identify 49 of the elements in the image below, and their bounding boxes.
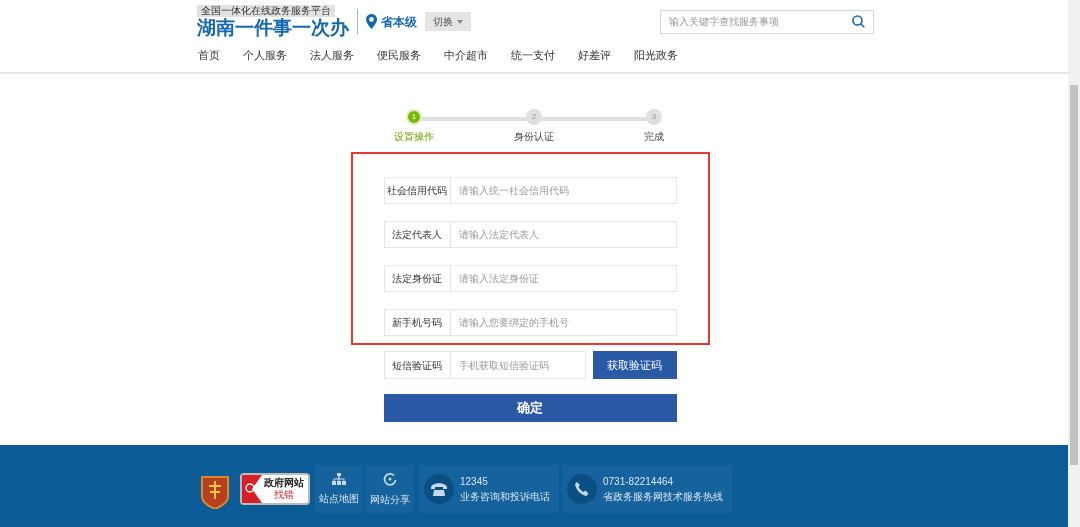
hotline-number: 0731-82214464 (603, 475, 675, 489)
step-label: 设置操作 (394, 130, 434, 144)
get-code-button[interactable]: 获取验证码 (592, 351, 677, 379)
badge-title: 政府网站 (264, 477, 304, 489)
magnifier-flag-icon (242, 475, 262, 503)
switch-dropdown[interactable]: 切换 (425, 12, 471, 31)
caret-icon (457, 19, 463, 24)
nav-link[interactable]: 好差评 (577, 47, 612, 64)
sitemap-icon (332, 472, 346, 485)
field-label: 法定代表人 (383, 221, 451, 248)
field-label: 新手机号码 (383, 309, 451, 336)
nav-link[interactable]: 便民服务 (376, 47, 422, 64)
nav-link[interactable]: 中介超市 (443, 47, 489, 64)
step-label: 身份认证 (514, 130, 554, 144)
share-icon (383, 471, 397, 486)
tagline: 全国一体化在线政务服务平台 (197, 4, 335, 17)
nav-link[interactable]: 阳光政务 (633, 47, 679, 64)
footer-link[interactable]: 网站分享 (366, 465, 414, 513)
text-input[interactable]: 请输入您要绑定的手机号 (450, 309, 677, 336)
search-input[interactable]: 输入关键字查找服务事项 (669, 14, 852, 29)
nav-link[interactable]: 首页 (197, 47, 221, 64)
badge-subtitle: 找错 (274, 489, 294, 501)
step-number: 2 (526, 109, 542, 125)
step-number: 1 (406, 109, 422, 125)
text-input[interactable]: 请输入法定代表人 (450, 221, 677, 248)
confirm-button[interactable]: 确定 (383, 394, 677, 422)
hotline-number: 12345 (460, 475, 489, 489)
emblem-badge-icon (200, 473, 230, 509)
field-label: 社会信用代码 (383, 177, 451, 204)
hotline-label: 业务咨询和投诉电话 (460, 490, 550, 504)
scrollbar[interactable] (1068, 0, 1080, 527)
search-icon[interactable] (852, 15, 865, 28)
site-logo[interactable]: 湖南一件事一次办 (197, 16, 349, 39)
field-label: 短信验证码 (383, 351, 451, 379)
telephone-icon (424, 474, 454, 504)
nav-link[interactable]: 统一支付 (510, 47, 556, 64)
search-field[interactable]: 输入关键字查找服务事项 (660, 9, 874, 34)
phone-call-icon (567, 474, 597, 504)
field-label: 法定身份证 (383, 265, 451, 292)
footer-link[interactable]: 站点地图 (315, 465, 363, 513)
step-label: 完成 (644, 130, 664, 144)
nav-link[interactable]: 个人服务 (242, 47, 288, 64)
sms-code-input[interactable]: 手机获取短信验证码 (450, 351, 586, 379)
region-label: 省本级 (381, 13, 417, 31)
location-pin-icon (366, 14, 377, 29)
text-input[interactable]: 请输入法定身份证 (450, 265, 677, 292)
nav-link[interactable]: 法人服务 (309, 47, 355, 64)
hotline-label: 省政务服务网技术服务热线 (603, 490, 723, 504)
error-report-badge[interactable]: 政府网站 找错 (240, 473, 310, 505)
